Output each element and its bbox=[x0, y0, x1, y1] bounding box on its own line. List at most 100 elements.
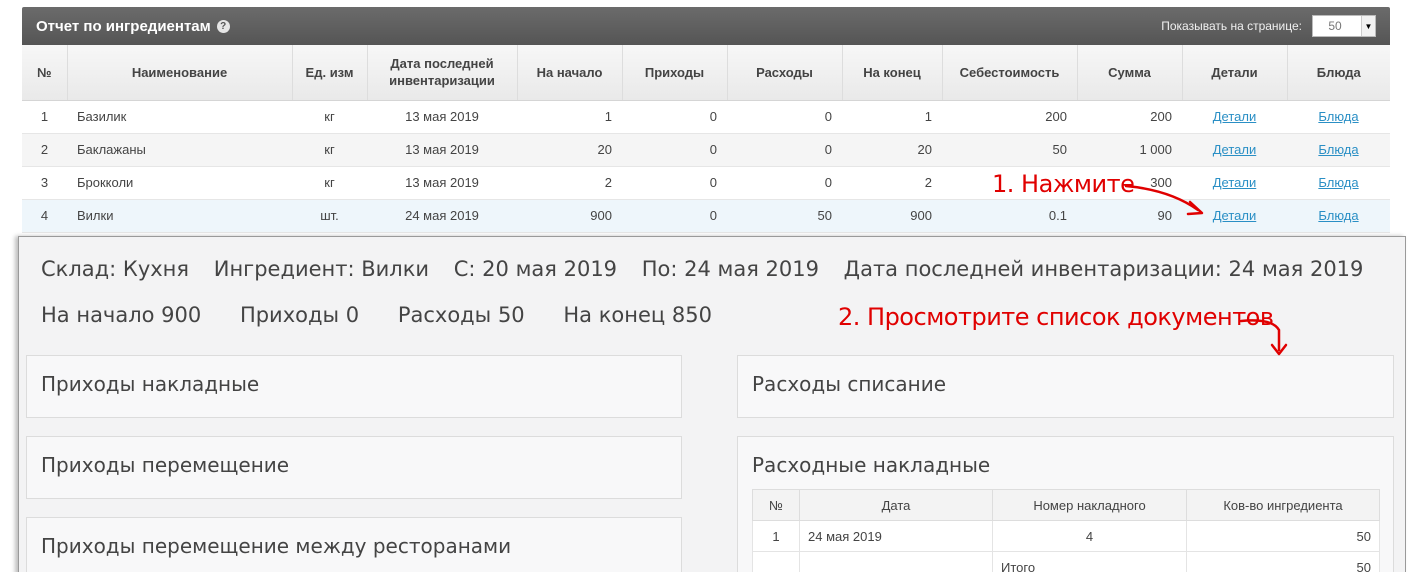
ingredient-label: Ингредиент: Вилки bbox=[213, 257, 430, 281]
col-date[interactable]: Дата bbox=[799, 489, 993, 521]
cell-start: 20 bbox=[517, 133, 622, 167]
col-unit[interactable]: Ед. изм bbox=[292, 45, 368, 101]
table-total-row: Итого 50 bbox=[752, 551, 1380, 572]
cell-unit: шт. bbox=[292, 199, 367, 233]
col-name[interactable]: Наименование bbox=[67, 45, 293, 101]
total-value: 50 bbox=[1186, 551, 1380, 572]
table-header-row: № Дата Номер накладного Ков-во ингредиен… bbox=[752, 489, 1380, 521]
last-inventory-label: Дата последней инвентаризации: 24 мая 20… bbox=[843, 257, 1364, 281]
details-link[interactable]: Детали bbox=[1213, 175, 1257, 190]
per-page-label: Показывать на странице: bbox=[1161, 19, 1302, 33]
cell-cost: 50 bbox=[942, 133, 1077, 167]
chevron-down-icon[interactable]: ▼ bbox=[1361, 16, 1375, 36]
cell-name: Баклажаны bbox=[67, 133, 292, 167]
total-label: Итого bbox=[992, 551, 1187, 572]
table-row: 3 Брокколи кг 13 мая 2019 2 0 0 2 300 Де… bbox=[22, 166, 1390, 200]
report-title: Отчет по ингредиентам bbox=[36, 17, 211, 35]
cell-sum: 1 000 bbox=[1077, 133, 1182, 167]
cell-end: 2 bbox=[842, 166, 942, 200]
per-page-control: Показывать на странице: 50 ▼ bbox=[1161, 15, 1376, 37]
cell-date: 13 мая 2019 bbox=[367, 100, 517, 134]
dishes-link[interactable]: Блюда bbox=[1318, 208, 1358, 223]
cell-no: 1 bbox=[752, 520, 800, 552]
ingredients-table: № Наименование Ед. изм Дата последней ин… bbox=[22, 45, 1390, 233]
cell-income: 0 bbox=[622, 166, 727, 200]
card-title: Приходы накладные bbox=[41, 372, 260, 396]
cell-date: 13 мая 2019 bbox=[367, 166, 517, 200]
table-header-row: № Наименование Ед. изм Дата последней ин… bbox=[22, 45, 1390, 101]
cell-start: 900 bbox=[517, 199, 622, 233]
details-summary-line: Склад: Кухня Ингредиент: Вилки С: 20 мая… bbox=[41, 257, 1381, 281]
col-income[interactable]: Приходы bbox=[622, 45, 728, 101]
card-expense-invoices: Расходные накладные № Дата Номер накладн… bbox=[737, 436, 1394, 572]
cell-start: 2 bbox=[517, 166, 622, 200]
dishes-link[interactable]: Блюда bbox=[1318, 109, 1358, 124]
cell-date: 24 мая 2019 bbox=[367, 199, 517, 233]
cell-income: 0 bbox=[622, 199, 727, 233]
annotation-step1: 1. Нажмите bbox=[992, 170, 1135, 198]
help-icon[interactable]: ? bbox=[216, 19, 230, 33]
cell-name: Базилик bbox=[67, 100, 292, 134]
card-title: Расходные накладные bbox=[752, 453, 991, 477]
cell-invoice-number: 4 bbox=[992, 520, 1187, 552]
dishes-link[interactable]: Блюда bbox=[1318, 142, 1358, 157]
cell-date: 13 мая 2019 bbox=[367, 133, 517, 167]
annotation-step2: 2. Просмотрите список документов bbox=[838, 303, 1274, 331]
cell-name: Вилки bbox=[67, 199, 292, 233]
cell-cost: 200 bbox=[942, 100, 1077, 134]
details-link[interactable]: Детали bbox=[1213, 208, 1257, 223]
cell-no: 1 bbox=[22, 100, 67, 134]
income-total: Приходы 0 bbox=[239, 303, 360, 327]
card-title: Расходы списание bbox=[752, 372, 947, 396]
date-from-label: С: 20 мая 2019 bbox=[453, 257, 618, 281]
card-expense-writeoff: Расходы списание bbox=[737, 355, 1394, 418]
col-invoice-number[interactable]: Номер накладного bbox=[992, 489, 1187, 521]
col-number[interactable]: № bbox=[22, 45, 68, 101]
col-number[interactable]: № bbox=[752, 489, 800, 521]
cell-name: Брокколи bbox=[67, 166, 292, 200]
cell-no: 4 bbox=[22, 199, 67, 233]
cell-unit: кг bbox=[292, 133, 367, 167]
table-row: 1 Базилик кг 13 мая 2019 1 0 0 1 200 200… bbox=[22, 100, 1390, 134]
cell-no: 3 bbox=[22, 166, 67, 200]
details-link[interactable]: Детали bbox=[1213, 142, 1257, 157]
card-title: Приходы перемещение bbox=[41, 453, 290, 477]
dishes-link[interactable]: Блюда bbox=[1318, 175, 1358, 190]
table-row[interactable]: 1 24 мая 2019 4 50 bbox=[752, 520, 1380, 552]
cell-sum: 200 bbox=[1077, 100, 1182, 134]
per-page-value: 50 bbox=[1328, 19, 1342, 33]
cell-expense: 0 bbox=[727, 100, 842, 134]
cell-no: 2 bbox=[22, 133, 67, 167]
card-income-transfer: Приходы перемещение bbox=[26, 436, 682, 499]
col-expense[interactable]: Расходы bbox=[727, 45, 843, 101]
table-row-selected: 4 Вилки шт. 24 мая 2019 900 0 50 900 0.1… bbox=[22, 199, 1390, 233]
col-start[interactable]: На начало bbox=[517, 45, 623, 101]
cell-income: 0 bbox=[622, 133, 727, 167]
col-last-inventory[interactable]: Дата последней инвентаризации bbox=[367, 45, 518, 101]
col-end[interactable]: На конец bbox=[842, 45, 943, 101]
cell-expense: 0 bbox=[727, 133, 842, 167]
col-details[interactable]: Детали bbox=[1182, 45, 1288, 101]
per-page-select[interactable]: 50 ▼ bbox=[1312, 15, 1376, 37]
cell-end: 1 bbox=[842, 100, 942, 134]
cell-cost: 0.1 bbox=[942, 199, 1077, 233]
expense-total: Расходы 50 bbox=[397, 303, 525, 327]
cell-unit: кг bbox=[292, 100, 367, 134]
report-header: Отчет по ингредиентам ? Показывать на ст… bbox=[22, 7, 1390, 45]
end-total: На конец 850 bbox=[563, 303, 712, 327]
col-quantity[interactable]: Ков-во ингредиента bbox=[1186, 489, 1380, 521]
col-cost[interactable]: Себестоимость bbox=[942, 45, 1078, 101]
warehouse-label: Склад: Кухня bbox=[41, 257, 190, 281]
col-dishes[interactable]: Блюда bbox=[1287, 45, 1390, 101]
cell-end: 900 bbox=[842, 199, 942, 233]
col-sum[interactable]: Сумма bbox=[1077, 45, 1183, 101]
card-income-invoices: Приходы накладные bbox=[26, 355, 682, 418]
table-row: 2 Баклажаны кг 13 мая 2019 20 0 0 20 50 … bbox=[22, 133, 1390, 167]
cell-expense: 0 bbox=[727, 166, 842, 200]
cell-start: 1 bbox=[517, 100, 622, 134]
details-link[interactable]: Детали bbox=[1213, 109, 1257, 124]
cell-quantity: 50 bbox=[1186, 520, 1380, 552]
cell-expense: 50 bbox=[727, 199, 842, 233]
cell-income: 0 bbox=[622, 100, 727, 134]
start-total: На начало 900 bbox=[41, 303, 202, 327]
